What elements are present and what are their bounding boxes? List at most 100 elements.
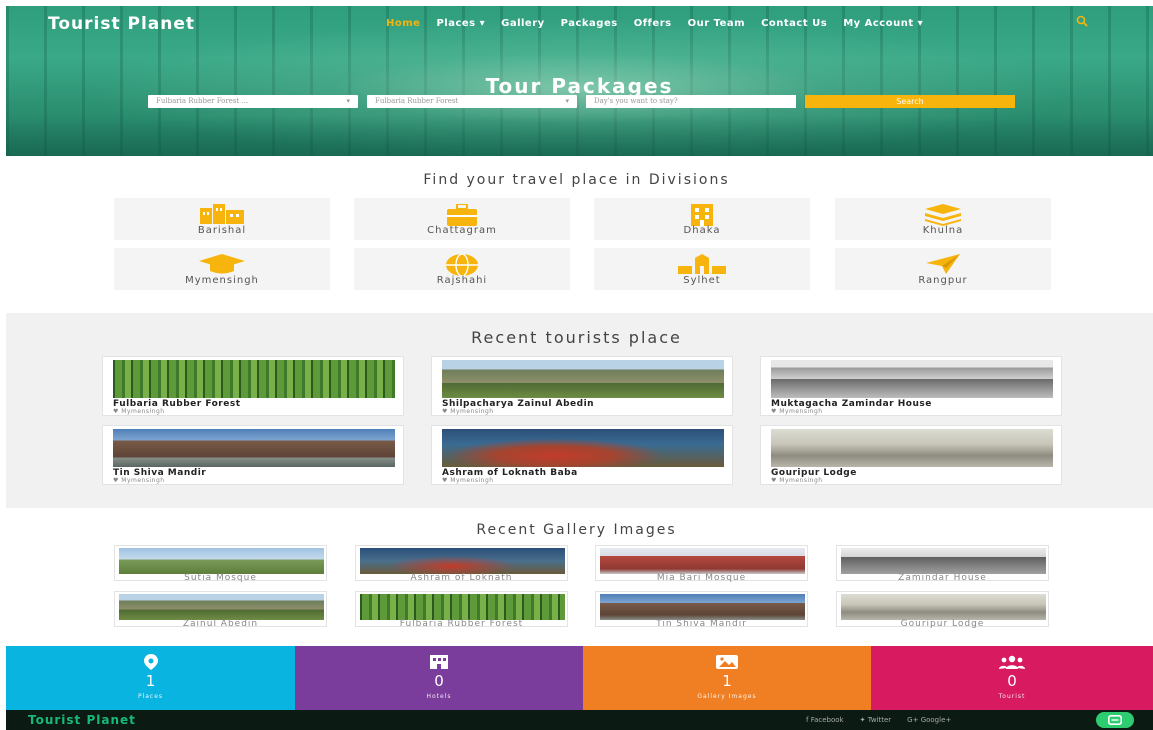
place-location: ♥ Mymensingh xyxy=(442,477,494,484)
days-input[interactable]: Day's you want to stay? xyxy=(586,95,796,108)
gallery-card[interactable]: Sutia Mosque xyxy=(114,545,327,583)
division-label: Khulna xyxy=(922,225,964,236)
division-label: Sylhet xyxy=(683,275,721,286)
users-icon xyxy=(999,654,1025,673)
division-card-khulna[interactable]: Khulna xyxy=(835,198,1051,240)
stat-label: Places xyxy=(137,693,164,700)
brand-logo[interactable]: Tourist Planet xyxy=(48,14,195,34)
gallery-caption: Mia Bari Mosque xyxy=(656,573,747,583)
division-label: Rangpur xyxy=(918,275,968,286)
place-card[interactable]: Fulbaria Rubber Forest ♥ Mymensingh xyxy=(102,356,404,416)
division-label: Dhaka xyxy=(683,225,721,236)
gallery-card[interactable]: Zamindar House xyxy=(836,545,1049,583)
stat-value: 1 xyxy=(145,672,156,690)
gallery-caption: Tin Shiva Mandir xyxy=(656,619,747,629)
division-card-mymensingh[interactable]: Mymensingh xyxy=(114,248,330,290)
map-pin-icon xyxy=(143,654,159,674)
stat-label: Hotels xyxy=(426,693,452,700)
google-plus-icon: G+ xyxy=(907,716,921,724)
google-plus-link[interactable]: G+ Google+ xyxy=(907,716,951,724)
nav-item-my-account[interactable]: My Account ▾ xyxy=(843,18,923,29)
division-card-chattagram[interactable]: Chattagram xyxy=(354,198,570,240)
place-card[interactable]: Tin Shiva Mandir ♥ Mymensingh xyxy=(102,425,404,485)
gallery-image xyxy=(600,548,805,574)
division-card-rajshahi[interactable]: Rajshahi xyxy=(354,248,570,290)
gallery-card[interactable]: Fulbaria Rubber Forest xyxy=(355,591,568,629)
from-place-select[interactable]: Fulbaria Rubber Forest ... ▾ xyxy=(148,95,358,108)
gallery-card[interactable]: Tin Shiva Mandir xyxy=(595,591,808,629)
place-location: ♥ Mymensingh xyxy=(771,477,823,484)
place-image xyxy=(442,360,724,398)
gallery-image xyxy=(360,594,565,620)
package-search-form: Fulbaria Rubber Forest ... ▾ Fulbaria Ru… xyxy=(148,95,1015,108)
divisions-title: Find your travel place in Divisions xyxy=(423,172,730,188)
nav-item-our-team[interactable]: Our Team xyxy=(688,18,745,29)
chat-button[interactable] xyxy=(1096,712,1134,728)
division-label: Barishal xyxy=(197,225,247,236)
division-card-dhaka[interactable]: Dhaka xyxy=(594,198,810,240)
gallery-image xyxy=(841,594,1046,620)
place-card[interactable]: Shilpacharya Zainul Abedin ♥ Mymensingh xyxy=(431,356,733,416)
nav-item-home[interactable]: Home xyxy=(386,18,420,29)
division-card-barishal[interactable]: Barishal xyxy=(114,198,330,240)
hero-banner: Tourist Planet Home Places ▾ Gallery Pac… xyxy=(6,6,1153,156)
place-location: ♥ Mymensingh xyxy=(113,408,165,415)
hotel-icon xyxy=(430,654,448,673)
division-card-rangpur[interactable]: Rangpur xyxy=(835,248,1051,290)
gallery-image xyxy=(360,548,565,574)
place-image xyxy=(442,429,724,467)
nav-item-gallery[interactable]: Gallery xyxy=(501,18,545,29)
search-icon[interactable] xyxy=(1076,15,1088,31)
stat-places: 1 Places xyxy=(6,646,295,710)
stat-value: 0 xyxy=(1007,672,1017,690)
gallery-card[interactable]: Zainul Abedin xyxy=(114,591,327,629)
image-icon xyxy=(716,654,738,673)
to-place-select[interactable]: Fulbaria Rubber Forest ▾ xyxy=(367,95,577,108)
gallery-caption: Fulbaria Rubber Forest xyxy=(399,619,524,629)
stat-label: Gallery Images xyxy=(697,693,757,700)
stat-tourist: 0 Tourist xyxy=(871,646,1153,710)
division-label: Mymensingh xyxy=(185,275,259,286)
stat-hotels: 0 Hotels xyxy=(295,646,583,710)
place-card[interactable]: Ashram of Loknath Baba ♥ Mymensingh xyxy=(431,425,733,485)
search-button[interactable]: Search xyxy=(805,95,1015,108)
gallery-caption: Gouripur Lodge xyxy=(900,619,985,629)
nav-item-offers[interactable]: Offers xyxy=(634,18,672,29)
gallery-card[interactable]: Mia Bari Mosque xyxy=(595,545,808,583)
gallery-card[interactable]: Ashram of Loknath xyxy=(355,545,568,583)
nav-item-packages[interactable]: Packages xyxy=(561,18,618,29)
division-card-sylhet[interactable]: Sylhet xyxy=(594,248,810,290)
facebook-link[interactable]: f Facebook xyxy=(806,716,844,724)
place-card[interactable]: Muktagacha Zamindar House ♥ Mymensingh xyxy=(760,356,1062,416)
stat-label: Tourist xyxy=(998,693,1026,700)
place-location: ♥ Mymensingh xyxy=(442,408,494,415)
nav-item-contact-us[interactable]: Contact Us xyxy=(761,18,827,29)
place-image xyxy=(771,429,1053,467)
place-card[interactable]: Gouripur Lodge ♥ Mymensingh xyxy=(760,425,1062,485)
gallery-image xyxy=(600,594,805,620)
stat-gallery-images: 1 Gallery Images xyxy=(583,646,871,710)
chevron-down-icon: ▾ xyxy=(565,97,569,105)
social-links: f Facebook ✦ Twitter G+ Google+ xyxy=(806,716,951,724)
place-image xyxy=(113,429,395,467)
nav-item-places[interactable]: Places ▾ xyxy=(436,18,485,29)
recent-places-title: Recent tourists place xyxy=(471,328,682,347)
footer-brand[interactable]: Tourist Planet xyxy=(28,713,136,727)
twitter-icon: ✦ xyxy=(859,716,868,724)
gallery-image xyxy=(841,548,1046,574)
gallery-card[interactable]: Gouripur Lodge xyxy=(836,591,1049,629)
from-place-value: Fulbaria Rubber Forest ... xyxy=(156,97,249,105)
stat-value: 0 xyxy=(434,672,444,690)
footer: Tourist Planet f Facebook ✦ Twitter G+ G… xyxy=(6,710,1153,730)
place-image xyxy=(113,360,395,398)
main-nav: Home Places ▾ Gallery Packages Offers Ou… xyxy=(386,18,923,29)
chat-icon xyxy=(1108,715,1122,725)
gallery-caption: Zainul Abedin xyxy=(182,619,259,629)
stat-value: 1 xyxy=(722,672,732,690)
division-label: Rajshahi xyxy=(436,275,488,286)
to-place-value: Fulbaria Rubber Forest xyxy=(375,97,459,105)
gallery-caption: Zamindar House xyxy=(898,573,987,583)
twitter-link[interactable]: ✦ Twitter xyxy=(860,716,892,724)
gallery-image xyxy=(119,594,324,620)
division-label: Chattagram xyxy=(427,225,497,236)
